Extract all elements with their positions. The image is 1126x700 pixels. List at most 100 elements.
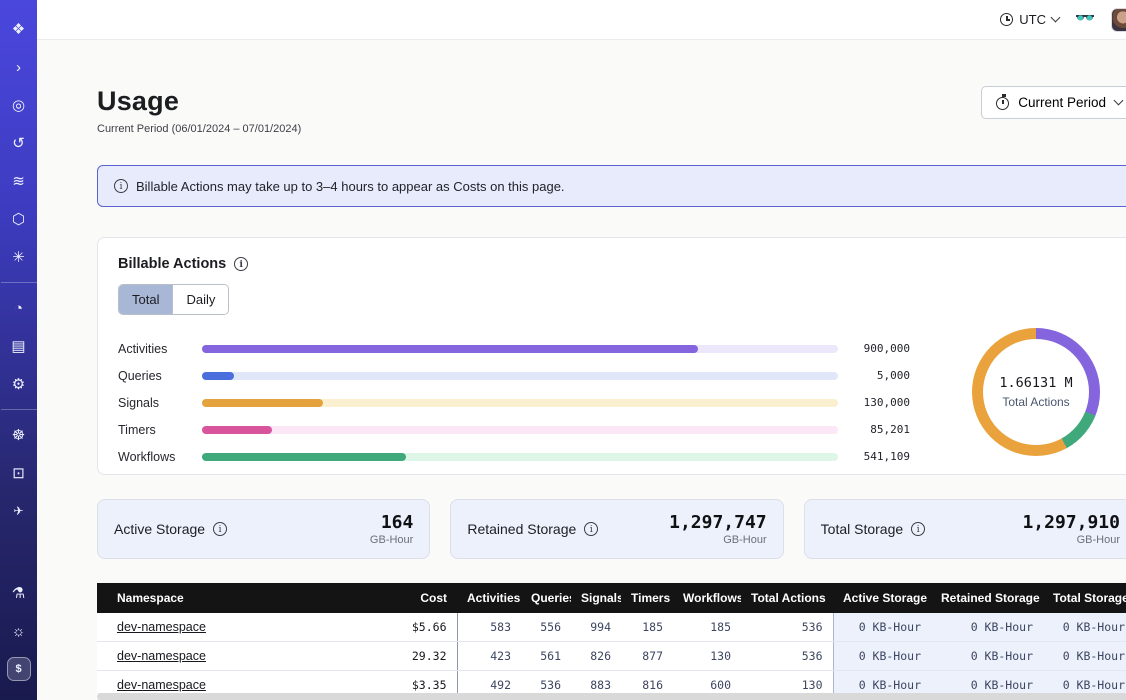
app-window: ❖ › ◎ ↺ ≋ ⬡ ✳ ◔ ▤ ⚙ ☸ ⊡ ✈ ⚗ ☼ $ UTC <box>0 0 1126 700</box>
namespaces-icon[interactable]: ◎ <box>7 93 31 117</box>
col-retained-storage[interactable]: Retained Storage <box>931 583 1043 613</box>
namespace-link[interactable]: dev-namespace <box>117 620 206 634</box>
bar-value: 900,000 <box>838 342 910 355</box>
clock-icon <box>1000 13 1013 26</box>
cell-timers: 185 <box>621 613 673 642</box>
period-button-label: Current Period <box>1018 95 1106 110</box>
layers-icon[interactable]: ≋ <box>7 169 31 193</box>
bar-label: Queries <box>118 369 202 383</box>
cell-workflows: 130 <box>673 642 741 671</box>
bar-value: 85,201 <box>838 423 910 436</box>
cell-retained-storage: 0 KB-Hour <box>931 642 1043 671</box>
info-icon[interactable] <box>213 522 227 536</box>
total-storage-label: Total Storage <box>821 521 904 537</box>
rocket-icon[interactable]: ✈ <box>7 499 31 523</box>
bar-track <box>202 372 838 380</box>
support-lifebuoy-icon[interactable]: ☸ <box>7 423 31 447</box>
cell-signals: 826 <box>571 642 621 671</box>
col-workflows[interactable]: Workflows <box>673 583 741 613</box>
bar-fill <box>202 426 272 434</box>
tab-total[interactable]: Total <box>119 285 172 314</box>
col-queries[interactable]: Queries <box>521 583 571 613</box>
topbar: UTC <box>37 0 1126 40</box>
cell-queries: 561 <box>521 642 571 671</box>
billable-actions-card: Billable Actions Total Daily Activities … <box>97 237 1126 475</box>
col-activities[interactable]: Activities <box>457 583 521 613</box>
cell-cost: $5.66 <box>369 613 457 642</box>
info-icon[interactable] <box>234 257 248 271</box>
usage-gauge-icon[interactable]: ◔ <box>7 296 31 320</box>
cell-active-storage: 0 KB-Hour <box>833 642 931 671</box>
info-banner: Billable Actions may take up to 3–4 hour… <box>97 165 1126 207</box>
col-total-storage[interactable]: Total Storage <box>1043 583 1126 613</box>
info-icon[interactable] <box>911 522 925 536</box>
goggles-icon[interactable] <box>1075 11 1095 29</box>
temporal-logo[interactable]: ❖ <box>7 17 31 41</box>
tab-daily[interactable]: Daily <box>172 285 228 314</box>
bar-track <box>202 453 838 461</box>
cell-timers: 877 <box>621 642 673 671</box>
info-icon <box>114 179 128 193</box>
active-storage-label: Active Storage <box>114 521 205 537</box>
col-total-actions[interactable]: Total Actions <box>741 583 833 613</box>
cell-cost: 29.32 <box>369 642 457 671</box>
col-timers[interactable]: Timers <box>621 583 673 613</box>
usage-bar-row: Queries 5,000 <box>118 362 910 389</box>
total-actions-value: 1.66131 M <box>999 375 1072 391</box>
total-storage-value: 1,297,910 <box>1022 512 1120 533</box>
sidebar-divider <box>1 409 37 410</box>
page-subtitle: Current Period (06/01/2024 – 07/01/2024) <box>97 123 301 135</box>
settings-gear-icon[interactable]: ⚙ <box>7 372 31 396</box>
sidebar: ❖ › ◎ ↺ ≋ ⬡ ✳ ◔ ▤ ⚙ ☸ ⊡ ✈ ⚗ ☼ $ <box>0 0 37 700</box>
sidebar-divider <box>1 282 37 283</box>
cube-icon[interactable]: ⬡ <box>7 207 31 231</box>
retained-storage-card: Retained Storage 1,297,747 GB-Hour <box>450 499 783 559</box>
cost-dollar-icon[interactable]: $ <box>7 657 31 681</box>
table-row: dev-namespace $5.66 583 556 994 185 185 … <box>97 613 1126 642</box>
asterisk-icon[interactable]: ✳ <box>7 245 31 269</box>
cell-total-storage: 0 KB-Hour <box>1043 642 1126 671</box>
namespace-link[interactable]: dev-namespace <box>117 649 206 663</box>
horizontal-scrollbar[interactable] <box>97 693 1126 700</box>
active-storage-unit: GB-Hour <box>370 534 413 546</box>
expand-chevron-icon[interactable]: › <box>7 55 31 79</box>
usage-bar-row: Timers 85,201 <box>118 416 910 443</box>
bar-value: 5,000 <box>838 369 910 382</box>
active-storage-value: 164 <box>370 512 413 533</box>
labs-flask-icon[interactable]: ⚗ <box>7 581 31 605</box>
period-dropdown-button[interactable]: Current Period <box>981 86 1126 119</box>
billing-card-icon[interactable]: ▤ <box>7 334 31 358</box>
history-icon[interactable]: ↺ <box>7 131 31 155</box>
theme-sun-icon[interactable]: ☼ <box>7 619 31 643</box>
cell-total-storage: 0 KB-Hour <box>1043 613 1126 642</box>
feedback-monitor-icon[interactable]: ⊡ <box>7 461 31 485</box>
info-icon[interactable] <box>584 522 598 536</box>
usage-bar-row: Signals 130,000 <box>118 389 910 416</box>
main-area: UTC Usage Current Period (06/01/2024 – 0… <box>37 0 1126 700</box>
retained-storage-value: 1,297,747 <box>669 512 767 533</box>
bar-track <box>202 426 838 434</box>
timezone-selector[interactable]: UTC <box>1000 12 1059 27</box>
cell-retained-storage: 0 KB-Hour <box>931 613 1043 642</box>
col-signals[interactable]: Signals <box>571 583 621 613</box>
usage-bar-row: Activities 900,000 <box>118 335 910 362</box>
donut-center: 1.66131 M Total Actions <box>983 339 1089 445</box>
cell-signals: 994 <box>571 613 621 642</box>
total-actions-donut: 1.66131 M Total Actions <box>972 328 1100 456</box>
billable-bar-chart: Activities 900,000 Queries 5,000 Signals… <box>118 335 910 470</box>
total-actions-label: Total Actions <box>1002 395 1069 409</box>
col-cost[interactable]: Cost <box>369 583 457 613</box>
namespace-usage-table: Namespace Cost Activities Queries Signal… <box>97 583 1126 700</box>
banner-text: Billable Actions may take up to 3–4 hour… <box>136 179 565 194</box>
bar-fill <box>202 453 406 461</box>
billable-actions-title: Billable Actions <box>118 256 226 272</box>
col-namespace[interactable]: Namespace <box>97 583 369 613</box>
cell-activities: 583 <box>457 613 521 642</box>
avatar[interactable] <box>1111 8 1126 32</box>
col-active-storage[interactable]: Active Storage <box>833 583 931 613</box>
bar-fill <box>202 345 698 353</box>
cell-activities: 423 <box>457 642 521 671</box>
namespace-link[interactable]: dev-namespace <box>117 678 206 692</box>
active-storage-card: Active Storage 164 GB-Hour <box>97 499 430 559</box>
bar-label: Timers <box>118 423 202 437</box>
